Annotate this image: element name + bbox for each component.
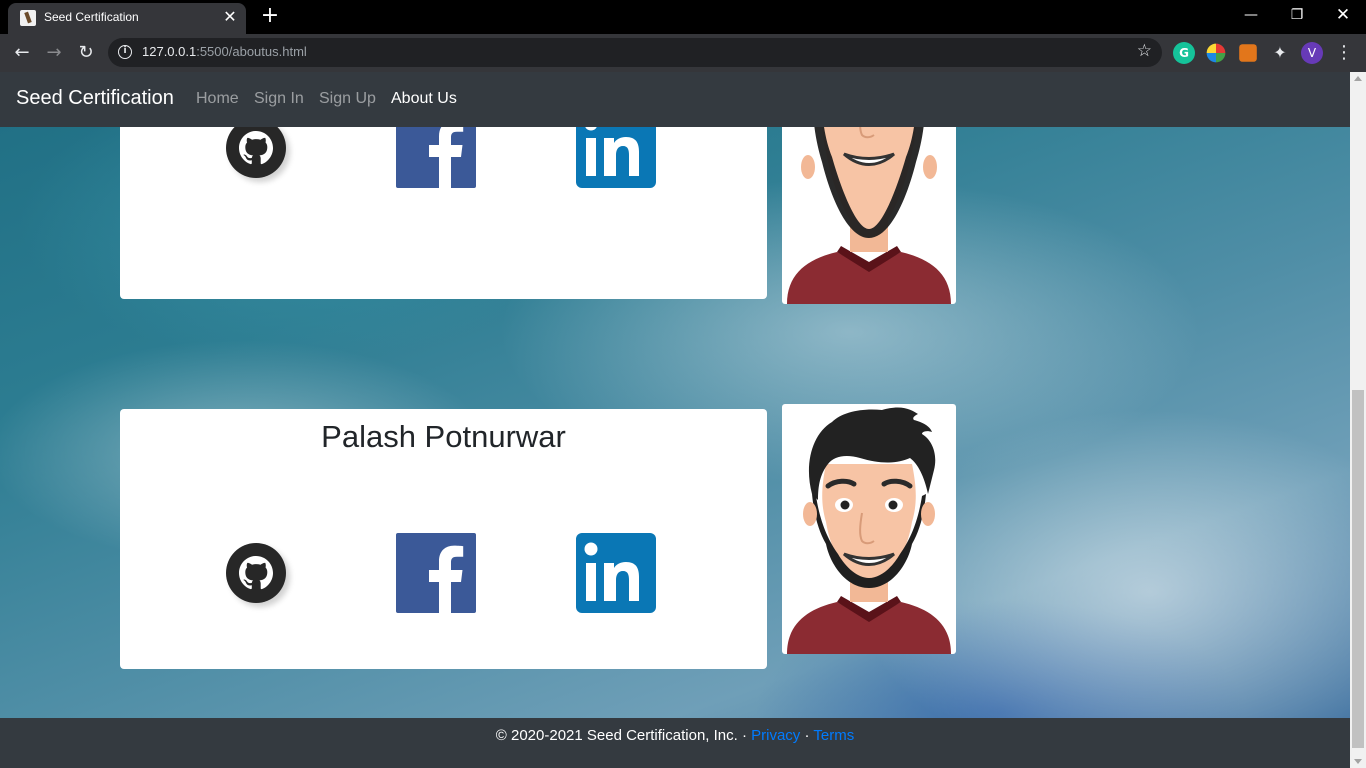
url-text[interactable]: 127.0.0.1:5500/aboutus.html: [142, 44, 307, 59]
page-scrollbar[interactable]: [1350, 72, 1366, 768]
extensions-puzzle-icon[interactable]: ✦: [1269, 42, 1291, 64]
globe-extension-icon[interactable]: [1206, 43, 1226, 63]
scroll-down-arrow-icon[interactable]: [1354, 759, 1362, 764]
profile-avatar[interactable]: V: [1301, 42, 1323, 64]
nav-link-about-us[interactable]: About Us: [391, 90, 457, 108]
close-window-button[interactable]: ✕: [1320, 0, 1366, 30]
tab-title: Seed Certification: [44, 10, 139, 24]
browser-tabstrip: Seed Certification ✕ + — ❐ ✕: [0, 0, 1366, 34]
footer-copyright: © 2020-2021 Seed Certification, Inc. ·: [495, 727, 752, 744]
favicon-icon: [20, 10, 36, 26]
terms-link[interactable]: Terms: [813, 727, 854, 744]
grammarly-extension-icon[interactable]: G: [1173, 42, 1195, 64]
close-tab-icon[interactable]: ✕: [220, 7, 240, 27]
back-arrow-icon[interactable]: ←: [9, 40, 35, 66]
nav-link-home[interactable]: Home: [196, 90, 239, 108]
github-icon[interactable]: [226, 543, 288, 605]
reload-icon[interactable]: ↻: [73, 40, 99, 66]
browser-tab[interactable]: Seed Certification ✕: [8, 3, 246, 34]
member-card: Palash Potnurwar: [120, 409, 767, 669]
restore-window-button[interactable]: ❐: [1274, 0, 1320, 30]
site-footer: © 2020-2021 Seed Certification, Inc. · P…: [0, 718, 1350, 768]
navbar-brand[interactable]: Seed Certification: [16, 87, 174, 110]
page-viewport: Seed Certification Home Sign In Sign Up …: [0, 72, 1350, 768]
footer-separator: ·: [800, 727, 814, 744]
scrollbar-thumb[interactable]: [1352, 390, 1364, 748]
member-name: Palash Potnurwar: [321, 419, 566, 454]
metamask-fox-icon[interactable]: [1239, 44, 1257, 62]
new-tab-button[interactable]: +: [259, 5, 281, 27]
browser-toolbar: ← → ↻ i 127.0.0.1:5500/aboutus.html ☆ G …: [0, 34, 1366, 72]
facebook-icon[interactable]: [396, 533, 476, 613]
forward-arrow-icon[interactable]: →: [41, 40, 67, 66]
nav-link-sign-in[interactable]: Sign In: [254, 90, 304, 108]
address-bar[interactable]: i 127.0.0.1:5500/aboutus.html ☆: [108, 38, 1162, 67]
minimize-window-button[interactable]: —: [1228, 0, 1274, 30]
site-info-icon[interactable]: i: [118, 45, 132, 59]
nav-link-sign-up[interactable]: Sign Up: [319, 90, 376, 108]
linkedin-icon[interactable]: [576, 533, 656, 613]
bookmark-star-icon[interactable]: ☆: [1137, 41, 1152, 61]
scroll-up-arrow-icon[interactable]: [1354, 76, 1362, 81]
browser-menu-icon[interactable]: ⋮: [1333, 42, 1355, 64]
member-avatar-image: [782, 404, 956, 654]
github-icon[interactable]: [226, 118, 288, 180]
site-navbar: Seed Certification Home Sign In Sign Up …: [0, 72, 1350, 127]
privacy-link[interactable]: Privacy: [751, 727, 800, 744]
